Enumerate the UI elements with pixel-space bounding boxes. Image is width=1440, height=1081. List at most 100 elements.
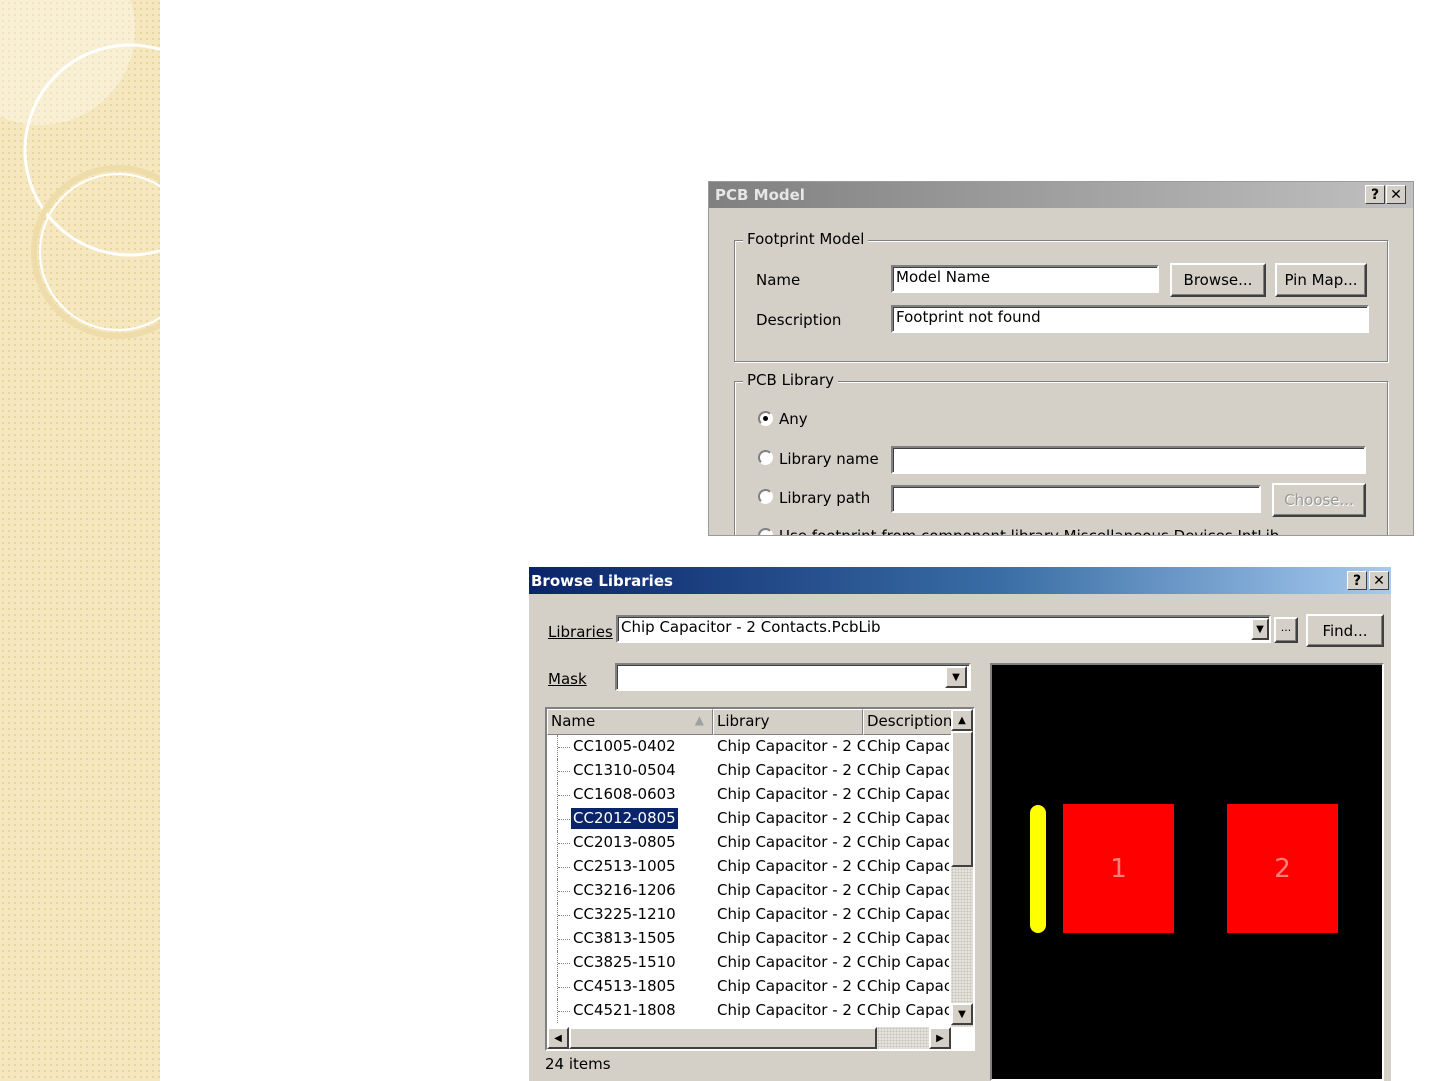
row-description: Chip Capacitor	[867, 929, 949, 947]
tree-connector	[557, 783, 570, 807]
browse-button[interactable]: Browse...	[1170, 263, 1266, 297]
footprint-rows: CC1005-0402 Chip Capacitor - 2 Contacts.P…	[547, 735, 951, 1023]
item-count-status: 24 items	[545, 1055, 611, 1073]
table-row[interactable]: CC4521-1808 Chip Capacitor - 2 Contacts.P…	[547, 999, 951, 1023]
row-description: Chip Capacitor	[867, 737, 949, 755]
scroll-down-button[interactable]: ▼	[951, 1003, 973, 1025]
tree-connector	[557, 759, 570, 783]
table-row[interactable]: CC2013-0805 Chip Capacitor - 2 Contacts.P…	[547, 831, 951, 855]
row-description: Chip Capacitor	[867, 857, 949, 875]
table-row[interactable]: CC4513-1805 Chip Capacitor - 2 Contacts.P…	[547, 975, 951, 999]
find-button-label: Find...	[1322, 621, 1368, 640]
table-row[interactable]: CC3813-1505 Chip Capacitor - 2 Contacts.P…	[547, 927, 951, 951]
use-footprint-label: Use footprint from component library Mis…	[779, 527, 1280, 536]
mask-label: Mask	[548, 670, 587, 688]
library-name-field[interactable]	[891, 446, 1366, 474]
any-label: Any	[779, 410, 808, 428]
vertical-scroll-thumb[interactable]	[951, 731, 973, 867]
table-row[interactable]: CC3825-1510 Chip Capacitor - 2 Contacts.P…	[547, 951, 951, 975]
footprint-model-legend: Footprint Model	[743, 230, 869, 248]
library-path-field[interactable]	[891, 485, 1261, 513]
description-field[interactable]: Footprint not found	[891, 305, 1369, 333]
table-row[interactable]: CC2012-0805 Chip Capacitor - 2 Contacts.P…	[547, 807, 951, 831]
row-description: Chip Capacitor	[867, 809, 949, 827]
column-header-description[interactable]: Description	[863, 709, 959, 735]
row-name: CC4513-1805	[573, 977, 676, 995]
description-label: Description	[756, 311, 842, 329]
row-description: Chip Capacitor	[867, 905, 949, 923]
help-button[interactable]: ?	[1365, 185, 1385, 204]
row-name: CC3216-1206	[573, 881, 676, 899]
row-name: CC1005-0402	[573, 737, 676, 755]
row-description: Chip Capacitor	[867, 833, 949, 851]
name-field[interactable]: Model Name	[891, 265, 1159, 293]
row-library: Chip Capacitor - 2 Contacts.PcbLib	[717, 785, 865, 803]
row-library: Chip Capacitor - 2 Contacts.PcbLib	[717, 953, 865, 971]
table-row[interactable]: CC2513-1005 Chip Capacitor - 2 Contacts.P…	[547, 855, 951, 879]
scroll-up-button[interactable]: ▲	[951, 709, 973, 731]
row-name: CC3225-1210	[573, 905, 676, 923]
help-button[interactable]: ?	[1347, 571, 1367, 590]
table-row[interactable]: CC1310-0504 Chip Capacitor - 2 Contacts.P…	[547, 759, 951, 783]
decorative-sidebar	[0, 0, 160, 1081]
decorative-circles	[0, 0, 160, 339]
use-footprint-radio[interactable]	[758, 528, 773, 535]
mask-dropdown-arrow[interactable]: ▼	[945, 666, 967, 688]
column-name-label: Name	[551, 712, 596, 730]
column-header-name[interactable]: Name ▲	[547, 709, 713, 735]
table-row[interactable]: CC1005-0402 Chip Capacitor - 2 Contacts.P…	[547, 735, 951, 759]
footprint-preview[interactable]: 1 2	[990, 663, 1384, 1081]
footprint-model-group: Footprint Model	[734, 230, 1388, 362]
row-description: Chip Capacitor	[867, 761, 949, 779]
row-library: Chip Capacitor - 2 Contacts.PcbLib	[717, 857, 865, 875]
tree-connector	[557, 807, 570, 831]
any-radio[interactable]	[758, 411, 773, 426]
row-library: Chip Capacitor - 2 Contacts.PcbLib	[717, 737, 865, 755]
row-name: CC2013-0805	[573, 833, 676, 851]
close-icon[interactable]: ✕	[1386, 185, 1406, 204]
pad-1: 1	[1063, 804, 1174, 933]
row-description: Chip Capacitor	[867, 977, 949, 995]
pin-map-button[interactable]: Pin Map...	[1275, 263, 1367, 297]
library-path-label: Library path	[779, 489, 871, 507]
libraries-ellipsis-button[interactable]: ···	[1274, 617, 1298, 643]
vertical-scrollbar[interactable]: ▲ ▼	[951, 709, 973, 1027]
row-name: CC2012-0805	[570, 807, 679, 830]
column-header-library[interactable]: Library	[713, 709, 863, 735]
scroll-left-button[interactable]: ◀	[547, 1027, 569, 1049]
close-icon[interactable]: ✕	[1369, 571, 1389, 590]
scroll-right-button[interactable]: ▶	[929, 1027, 951, 1049]
row-description: Chip Capacitor	[867, 785, 949, 803]
silkscreen-outline	[1030, 805, 1046, 933]
tree-connector	[557, 927, 570, 951]
browse-button-label: Browse...	[1183, 271, 1253, 289]
row-library: Chip Capacitor - 2 Contacts.PcbLib	[717, 977, 865, 995]
choose-button[interactable]: Choose...	[1272, 483, 1366, 517]
libraries-dropdown-arrow[interactable]: ▼	[1251, 618, 1269, 640]
sort-ascending-icon: ▲	[694, 713, 704, 727]
tree-connector	[557, 999, 570, 1023]
footprint-list[interactable]: Name ▲ Library Description CC1005-0402 Ch…	[545, 707, 975, 1051]
ellipsis-label: ···	[1280, 623, 1292, 637]
tree-connector	[557, 951, 570, 975]
mask-dropdown[interactable]	[615, 663, 971, 691]
find-button[interactable]: Find...	[1306, 614, 1384, 647]
tree-connector	[557, 855, 570, 879]
table-row[interactable]: CC3216-1206 Chip Capacitor - 2 Contacts.P…	[547, 879, 951, 903]
table-row[interactable]: CC3225-1210 Chip Capacitor - 2 Contacts.P…	[547, 903, 951, 927]
pcb-library-legend: PCB Library	[743, 371, 839, 389]
browse-libraries-dialog: Browse Libraries ? ✕ Libraries Chip Capa…	[529, 567, 1391, 1081]
horizontal-scroll-thumb[interactable]	[569, 1027, 877, 1049]
horizontal-scrollbar[interactable]: ◀ ▶	[547, 1027, 951, 1049]
tree-connector	[557, 831, 570, 855]
library-name-radio[interactable]	[758, 450, 773, 465]
library-path-radio[interactable]	[758, 489, 773, 504]
table-row[interactable]: CC1608-0603 Chip Capacitor - 2 Contacts.P…	[547, 783, 951, 807]
row-description: Chip Capacitor	[867, 881, 949, 899]
row-name: CC3813-1505	[573, 929, 676, 947]
libraries-label-text: Libraries	[548, 623, 613, 641]
pin-map-button-label: Pin Map...	[1284, 271, 1358, 289]
pad-2-label: 2	[1274, 853, 1291, 884]
libraries-dropdown[interactable]: Chip Capacitor - 2 Contacts.PcbLib	[616, 615, 1271, 643]
row-name: CC1608-0603	[573, 785, 676, 803]
